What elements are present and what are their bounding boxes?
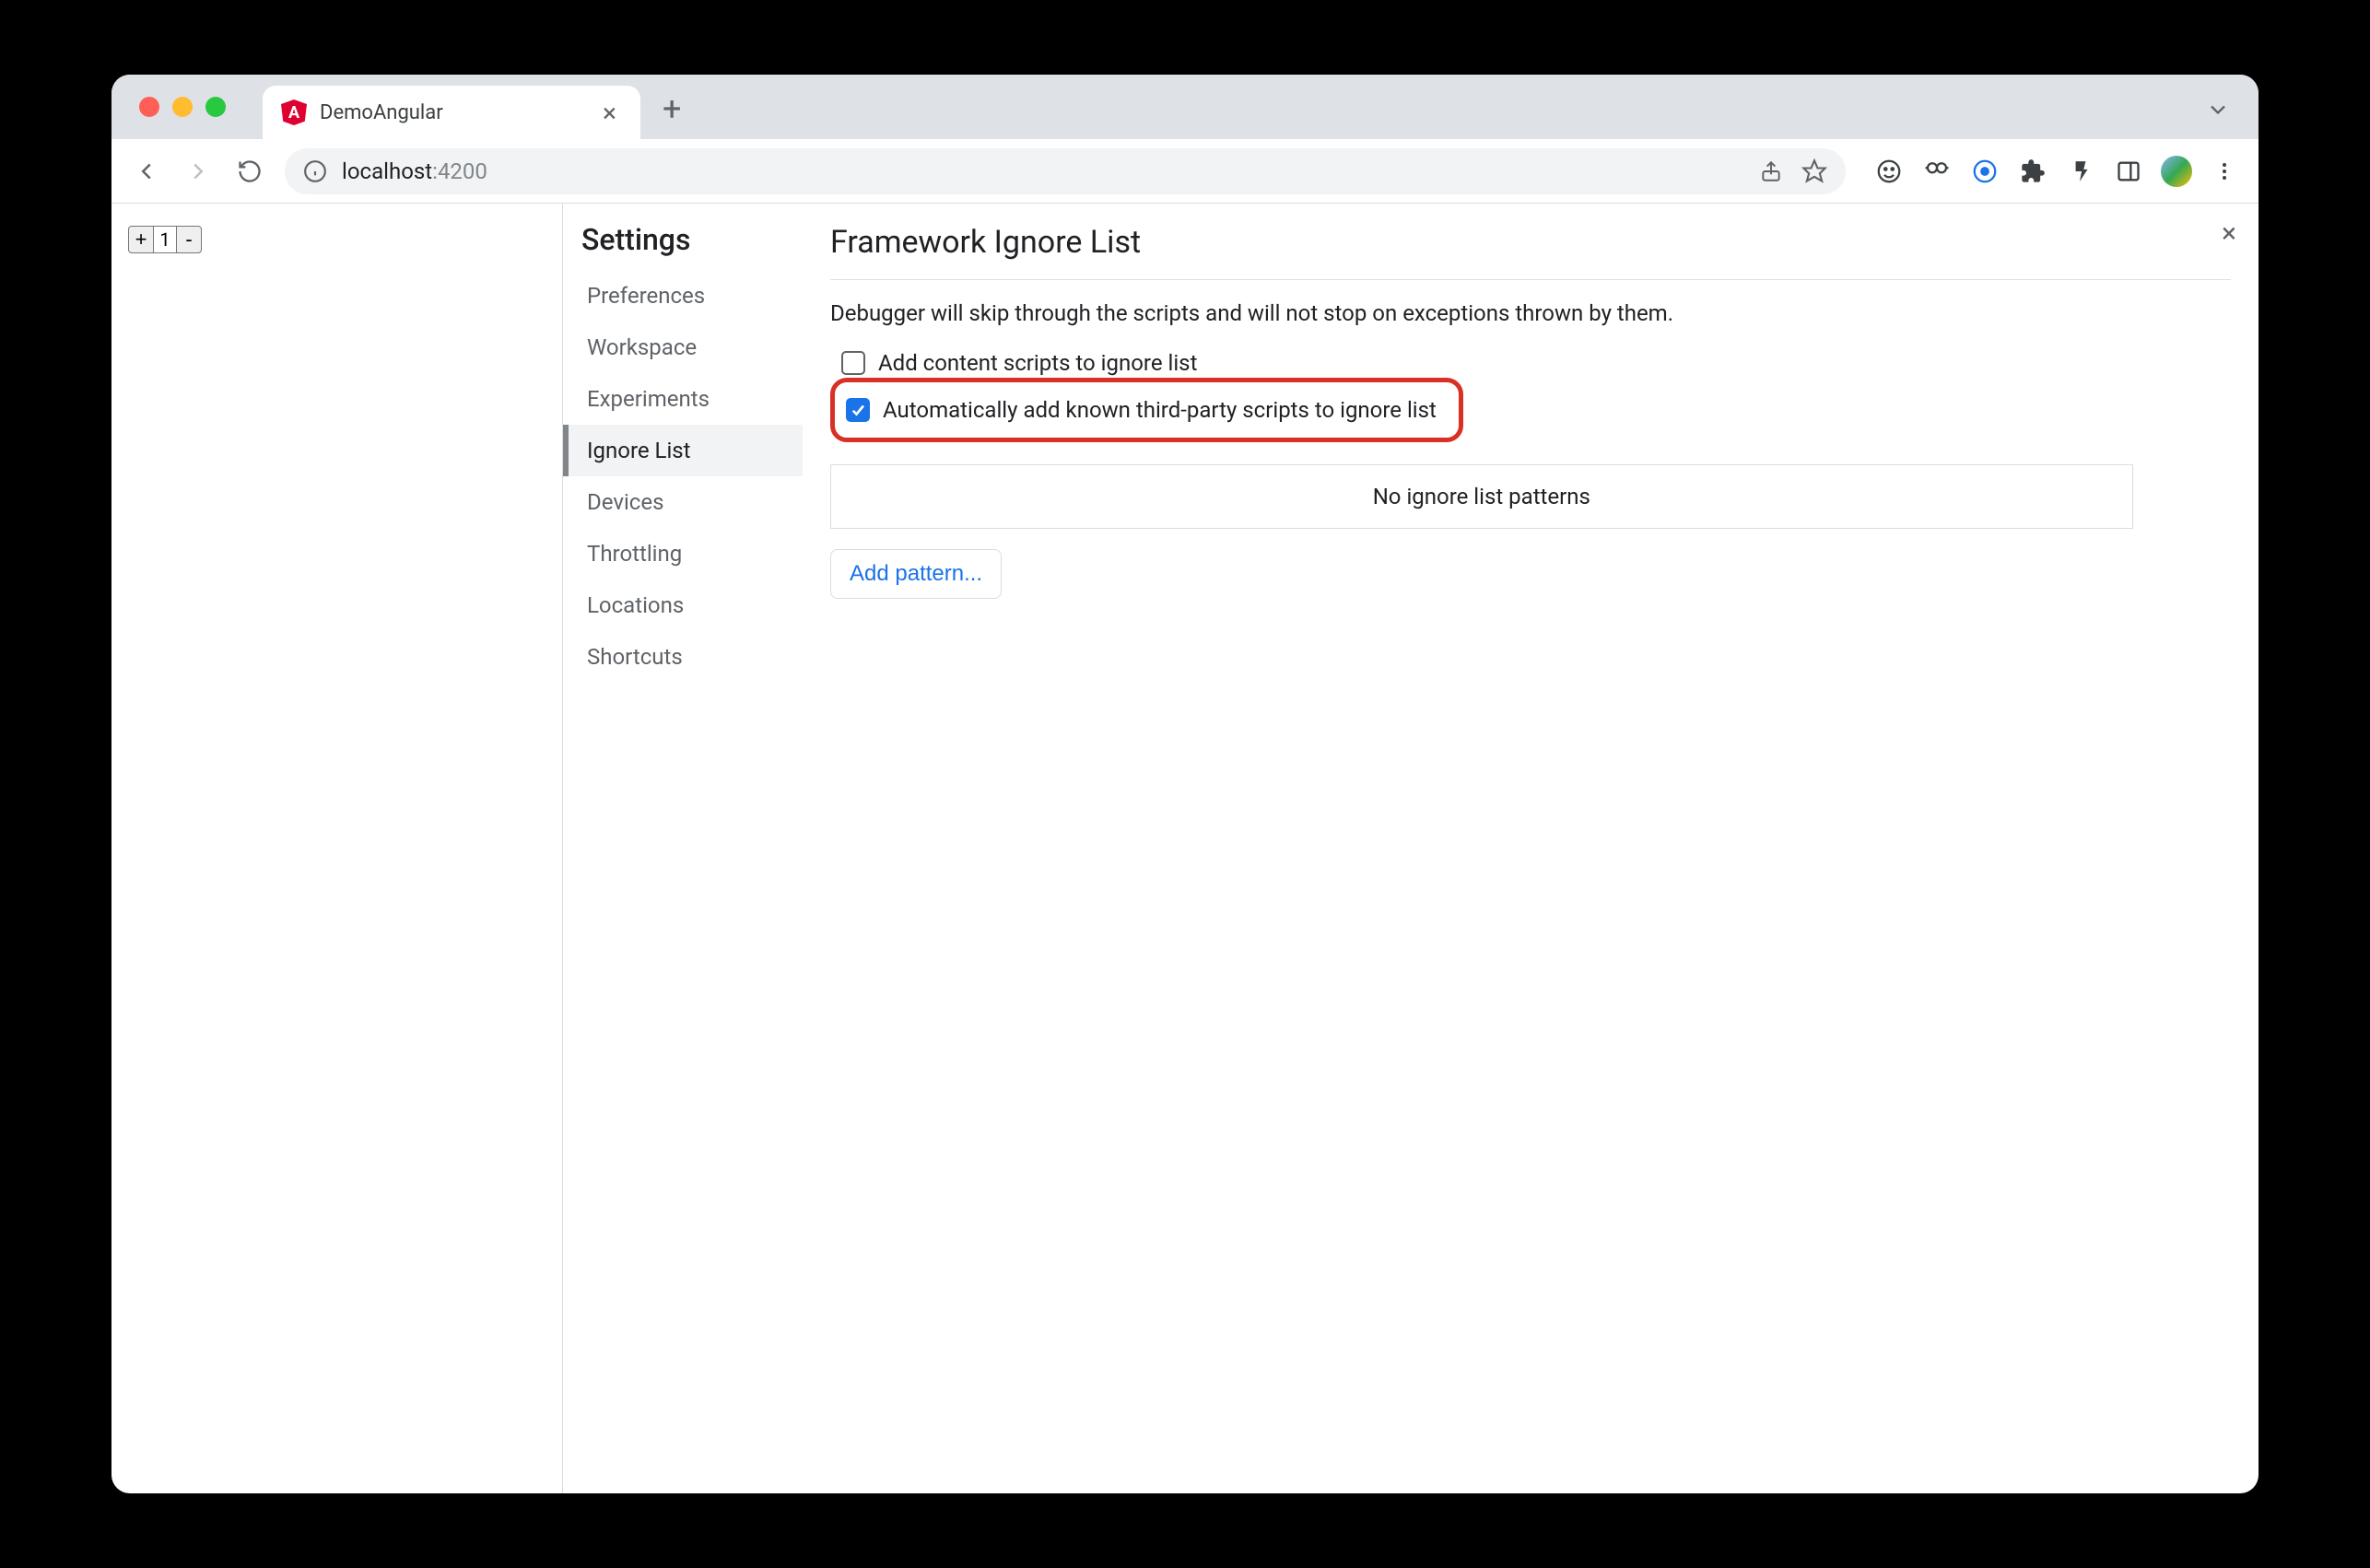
counter-widget: + 1 - [111, 213, 562, 253]
nav-experiments[interactable]: Experiments [581, 373, 803, 425]
new-tab-button[interactable]: + [663, 92, 681, 125]
tab-title: DemoAngular [320, 101, 584, 124]
nav-throttling[interactable]: Throttling [581, 528, 803, 579]
address-bar: localhost:4200 [111, 139, 2259, 204]
window-controls [139, 97, 226, 117]
nav-locations[interactable]: Locations [581, 579, 803, 631]
extension-icon[interactable] [1873, 156, 1905, 187]
window-close-button[interactable] [139, 97, 159, 117]
browser-tab[interactable]: A DemoAngular × [263, 86, 640, 139]
checkbox-content-scripts[interactable] [841, 351, 865, 375]
checkbox-content-scripts-row: Add content scripts to ignore list [836, 345, 2231, 381]
settings-main-panel: × Framework Ignore List Debugger will sk… [803, 204, 2259, 1493]
nav-workspace[interactable]: Workspace [581, 322, 803, 373]
reload-button[interactable] [233, 155, 266, 188]
page-viewport: + 1 - [111, 204, 563, 1493]
checkbox-third-party-row: Automatically add known third-party scri… [840, 392, 1442, 428]
settings-nav: Preferences Workspace Experiments Ignore… [581, 270, 803, 683]
share-icon[interactable] [1759, 159, 1783, 183]
window-maximize-button[interactable] [205, 97, 226, 117]
panel-description: Debugger will skip through the scripts a… [830, 300, 2231, 326]
tab-close-button[interactable]: × [597, 98, 622, 128]
angular-favicon-icon: A [281, 99, 307, 125]
extensions-menu-icon[interactable] [2017, 156, 2048, 187]
nav-preferences[interactable]: Preferences [581, 270, 803, 322]
panel-title: Framework Ignore List [830, 224, 2231, 261]
empty-patterns-text: No ignore list patterns [1373, 484, 1590, 509]
divider [830, 279, 2231, 280]
profile-avatar[interactable] [2161, 156, 2192, 187]
increment-button[interactable]: + [128, 226, 154, 253]
extension-icon[interactable] [2065, 156, 2096, 187]
nav-shortcuts[interactable]: Shortcuts [581, 631, 803, 683]
browser-menu-icon[interactable] [2209, 156, 2240, 187]
ignore-patterns-list: No ignore list patterns [830, 464, 2133, 529]
settings-title: Settings [581, 222, 803, 257]
nav-devices[interactable]: Devices [581, 476, 803, 528]
site-info-icon[interactable] [303, 159, 327, 183]
bookmark-star-icon[interactable] [1801, 158, 1827, 184]
extension-icon[interactable] [1921, 156, 1953, 187]
window-minimize-button[interactable] [172, 97, 193, 117]
checkbox-content-scripts-label: Add content scripts to ignore list [878, 350, 1197, 376]
counter-value: 1 [154, 226, 176, 253]
omnibox-actions [1759, 158, 1827, 184]
extension-icon[interactable] [1969, 156, 2000, 187]
tabs-dropdown-button[interactable] [2205, 97, 2231, 123]
checkbox-third-party-label: Automatically add known third-party scri… [883, 397, 1437, 423]
decrement-button[interactable]: - [176, 226, 202, 253]
devtools-panel: Settings Preferences Workspace Experimen… [563, 204, 2259, 1493]
content-area: + 1 - Settings Preferences Workspace Exp… [111, 204, 2259, 1493]
nav-ignore-list[interactable]: Ignore List [563, 425, 803, 476]
settings-sidebar: Settings Preferences Workspace Experimen… [563, 204, 803, 1493]
tab-bar: A DemoAngular × + [111, 75, 2259, 139]
extensions-area [1873, 156, 2240, 187]
checkbox-third-party[interactable] [846, 398, 870, 422]
back-button[interactable] [130, 155, 163, 188]
forward-button[interactable] [182, 155, 215, 188]
side-panel-icon[interactable] [2113, 156, 2144, 187]
url-input[interactable]: localhost:4200 [285, 148, 1846, 194]
url-text: localhost:4200 [342, 158, 487, 184]
add-pattern-button[interactable]: Add pattern... [830, 549, 1002, 599]
close-settings-button[interactable]: × [2212, 216, 2246, 250]
browser-window: A DemoAngular × + localhost:4200 [111, 75, 2259, 1493]
highlight-annotation: Automatically add known third-party scri… [830, 378, 1463, 442]
